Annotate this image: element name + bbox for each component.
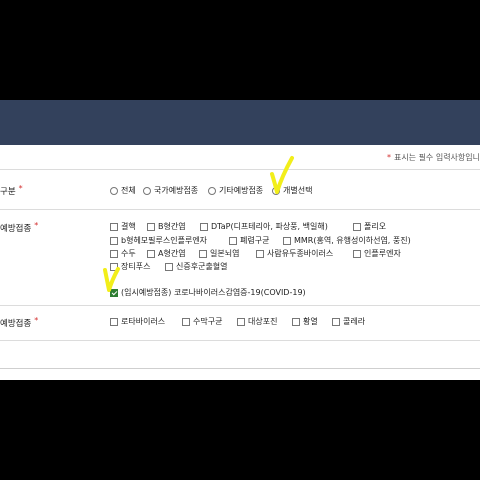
- checkbox-label: DTaP(디프테리아, 파상풍, 백일해): [211, 222, 328, 231]
- required-mark: *: [34, 316, 39, 325]
- checkbox[interactable]: [283, 236, 291, 245]
- checkbox-yellow-fever[interactable]: 황열: [292, 316, 318, 327]
- required-notice: * 표시는 필수 입력사항입니: [387, 152, 480, 163]
- checkbox-label: 일본뇌염: [210, 249, 240, 258]
- divider: [0, 368, 480, 369]
- checkbox[interactable]: [110, 317, 118, 326]
- checkbox-label: 로타바이러스: [121, 317, 166, 326]
- divider: [0, 340, 480, 341]
- radio-label: 국가예방접종: [154, 186, 199, 195]
- checkbox[interactable]: [165, 262, 173, 271]
- checkbox-zoster[interactable]: 대상포진: [237, 316, 277, 327]
- checkbox-label: 사람유두종바이러스: [267, 249, 334, 258]
- checkbox-label: 황열: [303, 317, 318, 326]
- checkbox[interactable]: [353, 222, 361, 231]
- checkbox-label: A형간염: [158, 249, 186, 258]
- radio-button[interactable]: [208, 186, 216, 195]
- checkbox[interactable]: [353, 249, 361, 258]
- checkbox-influenza[interactable]: 인플루엔자: [353, 248, 401, 259]
- checkbox[interactable]: [229, 236, 237, 245]
- checkbox[interactable]: [182, 317, 190, 326]
- type-row-label: 구분 *: [0, 184, 23, 197]
- required-star: *: [386, 153, 391, 162]
- checkbox-label: 대상포진: [248, 317, 278, 326]
- yellow-check-mark-icon: [270, 156, 294, 194]
- checkbox-label: 장티푸스: [121, 262, 151, 271]
- national-row-label: 예방접종 *: [0, 221, 39, 234]
- required-mark: *: [34, 221, 39, 230]
- checkbox-label: (임시예방접종) 코로나바이러스감염증-19(COVID-19): [121, 288, 306, 297]
- divider: [0, 305, 480, 306]
- checkbox-label: 인플루엔자: [364, 249, 401, 258]
- radio-national[interactable]: 국가예방접종: [143, 185, 198, 196]
- header-band: [0, 100, 480, 145]
- required-notice-text: 표시는 필수 입력사항입니: [393, 153, 480, 162]
- checkbox-hfrs[interactable]: 신증후군출혈열: [165, 261, 228, 272]
- type-label-text: 구분: [0, 187, 16, 197]
- checkbox-label: 수막구균: [193, 317, 223, 326]
- checkbox[interactable]: [292, 317, 300, 326]
- checkbox-label: 결핵: [121, 222, 136, 231]
- checkbox-bcg[interactable]: 결핵: [110, 221, 136, 232]
- checkbox-hpv[interactable]: 사람유두종바이러스: [256, 248, 333, 259]
- checkbox[interactable]: [200, 222, 208, 231]
- checkbox[interactable]: [332, 317, 340, 326]
- screen-area: * 표시는 필수 입력사항입니 구분 * 전체 국가예방접종 기타예방접종 개별선택…: [0, 100, 480, 380]
- checkbox-hepa[interactable]: A형간염: [147, 248, 186, 259]
- checkbox-label: 신증후군출혈열: [176, 262, 228, 271]
- checkbox[interactable]: [110, 222, 118, 231]
- checkbox-cholera[interactable]: 콜레라: [332, 316, 365, 327]
- checkbox-label: b형헤모필루스인플루엔자: [121, 236, 208, 245]
- checkbox-label: B형간염: [158, 222, 186, 231]
- radio-all[interactable]: 전체: [110, 185, 136, 196]
- national-label-text: 예방접종: [0, 224, 32, 234]
- checkbox-dtap[interactable]: DTaP(디프테리아, 파상풍, 백일해): [200, 221, 328, 232]
- checkbox[interactable]: [110, 236, 118, 245]
- radio-button[interactable]: [143, 186, 151, 195]
- radio-label: 전체: [121, 186, 136, 195]
- checkbox[interactable]: [199, 249, 207, 258]
- checkbox-label: 폐렴구균: [240, 236, 270, 245]
- checkbox-label: 콜레라: [343, 317, 366, 326]
- checkbox-label: 수두: [121, 249, 136, 258]
- checkbox-je[interactable]: 일본뇌염: [199, 248, 239, 259]
- other-label-text: 예방접종: [0, 319, 32, 329]
- radio-other[interactable]: 기타예방접종: [208, 185, 263, 196]
- checkbox-varicella[interactable]: 수두: [110, 248, 136, 259]
- checkbox-mmr[interactable]: MMR(홍역, 유행성이하선염, 풍진): [283, 235, 411, 246]
- other-row-label: 예방접종 *: [0, 316, 39, 329]
- divider: [0, 209, 480, 210]
- checkbox-covid19[interactable]: (임시예방접종) 코로나바이러스감염증-19(COVID-19): [110, 287, 306, 298]
- radio-button[interactable]: [110, 186, 118, 195]
- divider: [0, 169, 480, 170]
- checkbox-rotavirus[interactable]: 로타바이러스: [110, 316, 165, 327]
- checkbox-hepb[interactable]: B형간염: [147, 221, 186, 232]
- checkbox[interactable]: [147, 222, 155, 231]
- checkbox[interactable]: [147, 249, 155, 258]
- radio-label: 기타예방접종: [219, 186, 264, 195]
- checkbox[interactable]: [256, 249, 264, 258]
- checkbox-meningococcal[interactable]: 수막구균: [182, 316, 222, 327]
- checkbox[interactable]: [110, 249, 118, 258]
- checkbox-label: MMR(홍역, 유행성이하선염, 풍진): [294, 236, 411, 245]
- checkbox-polio[interactable]: 폴리오: [353, 221, 386, 232]
- checkbox[interactable]: [237, 317, 245, 326]
- yellow-check-mark-icon: [103, 267, 120, 292]
- checkbox-hib[interactable]: b형헤모필루스인플루엔자: [110, 235, 207, 246]
- required-mark: *: [18, 184, 23, 193]
- checkbox-pneumococcal[interactable]: 폐렴구균: [229, 235, 269, 246]
- checkbox-label: 폴리오: [364, 222, 387, 231]
